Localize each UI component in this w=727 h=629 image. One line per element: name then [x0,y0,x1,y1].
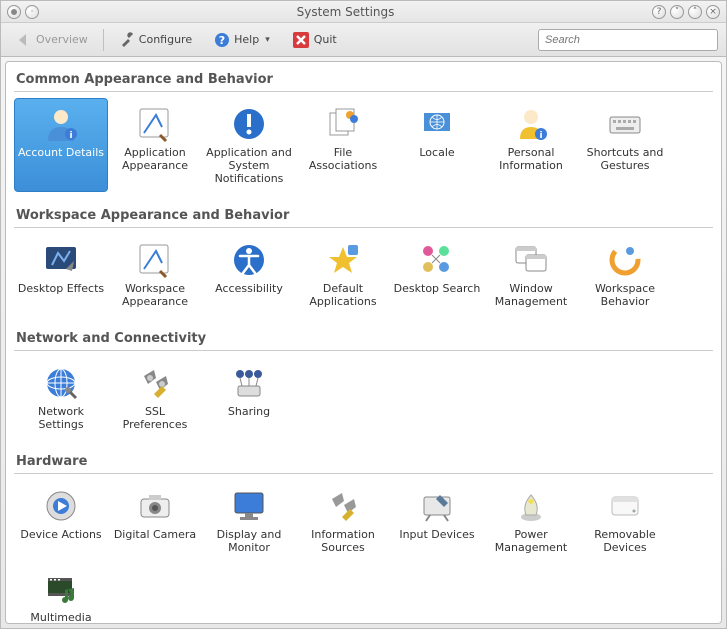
item-multimedia[interactable]: Multimedia [14,563,108,624]
keyboard-icon [606,105,644,143]
window-title: System Settings [39,5,652,19]
app-menu-icon[interactable] [7,5,21,19]
section-common: Common Appearance and Behavior i Account… [14,66,713,192]
quit-icon [292,31,310,49]
info-sources-icon [324,487,362,525]
maximize-icon[interactable]: ˄ [688,5,702,19]
item-desktop-search[interactable]: Desktop Search [390,234,484,315]
item-removable-devices[interactable]: Removable Devices [578,480,672,561]
svg-text:?: ? [219,34,225,47]
power-icon [512,487,550,525]
close-icon[interactable]: × [706,5,720,19]
help-titlebar-icon[interactable]: ? [652,5,666,19]
section-network: Network and Connectivity Network Setting… [14,325,713,438]
item-shortcuts-gestures[interactable]: Shortcuts and Gestures [578,98,672,192]
svg-text:i: i [539,131,542,141]
svg-text:i: i [69,131,72,141]
workspace-appearance-icon [136,241,174,279]
monitor-icon [230,487,268,525]
pin-icon[interactable]: · [25,5,39,19]
search-input[interactable] [538,29,718,51]
item-power-management[interactable]: Power Management [484,480,578,561]
configure-button[interactable]: Configure [112,28,199,52]
item-digital-camera[interactable]: Digital Camera [108,480,202,561]
toolbar-separator [103,29,104,51]
content-area: Common Appearance and Behavior i Account… [5,61,722,624]
appearance-icon [136,105,174,143]
window-mgmt-icon [512,241,550,279]
section-header-network: Network and Connectivity [14,325,713,351]
minimize-icon[interactable]: ˅ [670,5,684,19]
default-apps-icon [324,241,362,279]
titlebar: · System Settings ? ˅ ˄ × [1,1,726,23]
sharing-icon [230,364,268,402]
item-display-monitor[interactable]: Display and Monitor [202,480,296,561]
item-locale[interactable]: Locale [390,98,484,192]
personal-info-icon: i [512,105,550,143]
network-settings-icon [42,364,80,402]
help-icon: ? [214,32,230,48]
item-sharing[interactable]: Sharing [202,357,296,438]
section-header-workspace: Workspace Appearance and Behavior [14,202,713,228]
desktop-search-icon [418,241,456,279]
item-workspace-behavior[interactable]: Workspace Behavior [578,234,672,315]
item-ssl-preferences[interactable]: SSL Preferences [108,357,202,438]
section-header-common: Common Appearance and Behavior [14,66,713,92]
overview-button[interactable]: Overview [9,28,95,52]
back-arrow-icon [16,32,32,48]
device-actions-icon [42,487,80,525]
item-accessibility[interactable]: Accessibility [202,234,296,315]
removable-icon [606,487,644,525]
item-desktop-effects[interactable]: Desktop Effects [14,234,108,315]
item-application-appearance[interactable]: Application Appearance [108,98,202,192]
multimedia-icon [42,570,80,608]
item-input-devices[interactable]: Input Devices [390,480,484,561]
toolbar: Overview Configure ? Help ▾ Quit [1,23,726,57]
quit-button[interactable]: Quit [285,27,344,53]
item-account-details[interactable]: i Account Details [14,98,108,192]
wrench-icon [119,32,135,48]
item-workspace-appearance[interactable]: Workspace Appearance [108,234,202,315]
notification-icon [230,105,268,143]
section-hardware: Hardware Device Actions Digital Camera D… [14,448,713,624]
system-settings-window: · System Settings ? ˅ ˄ × Overview Confi… [0,0,727,629]
item-device-actions[interactable]: Device Actions [14,480,108,561]
item-network-settings[interactable]: Network Settings [14,357,108,438]
locale-icon [418,105,456,143]
help-button[interactable]: ? Help ▾ [207,28,277,52]
item-personal-information[interactable]: i Personal Information [484,98,578,192]
input-devices-icon [418,487,456,525]
file-assoc-icon [324,105,362,143]
desktop-effects-icon [42,241,80,279]
workspace-behavior-icon [606,241,644,279]
item-information-sources[interactable]: Information Sources [296,480,390,561]
item-window-management[interactable]: Window Management [484,234,578,315]
user-info-icon: i [42,105,80,143]
section-header-hardware: Hardware [14,448,713,474]
chevron-down-icon: ▾ [265,35,270,45]
camera-icon [136,487,174,525]
ssl-icon [136,364,174,402]
item-file-associations[interactable]: File Associations [296,98,390,192]
item-default-applications[interactable]: Default Applications [296,234,390,315]
section-workspace: Workspace Appearance and Behavior Deskto… [14,202,713,315]
item-app-sys-notifications[interactable]: Application and System Notifications [202,98,296,192]
accessibility-icon [230,241,268,279]
